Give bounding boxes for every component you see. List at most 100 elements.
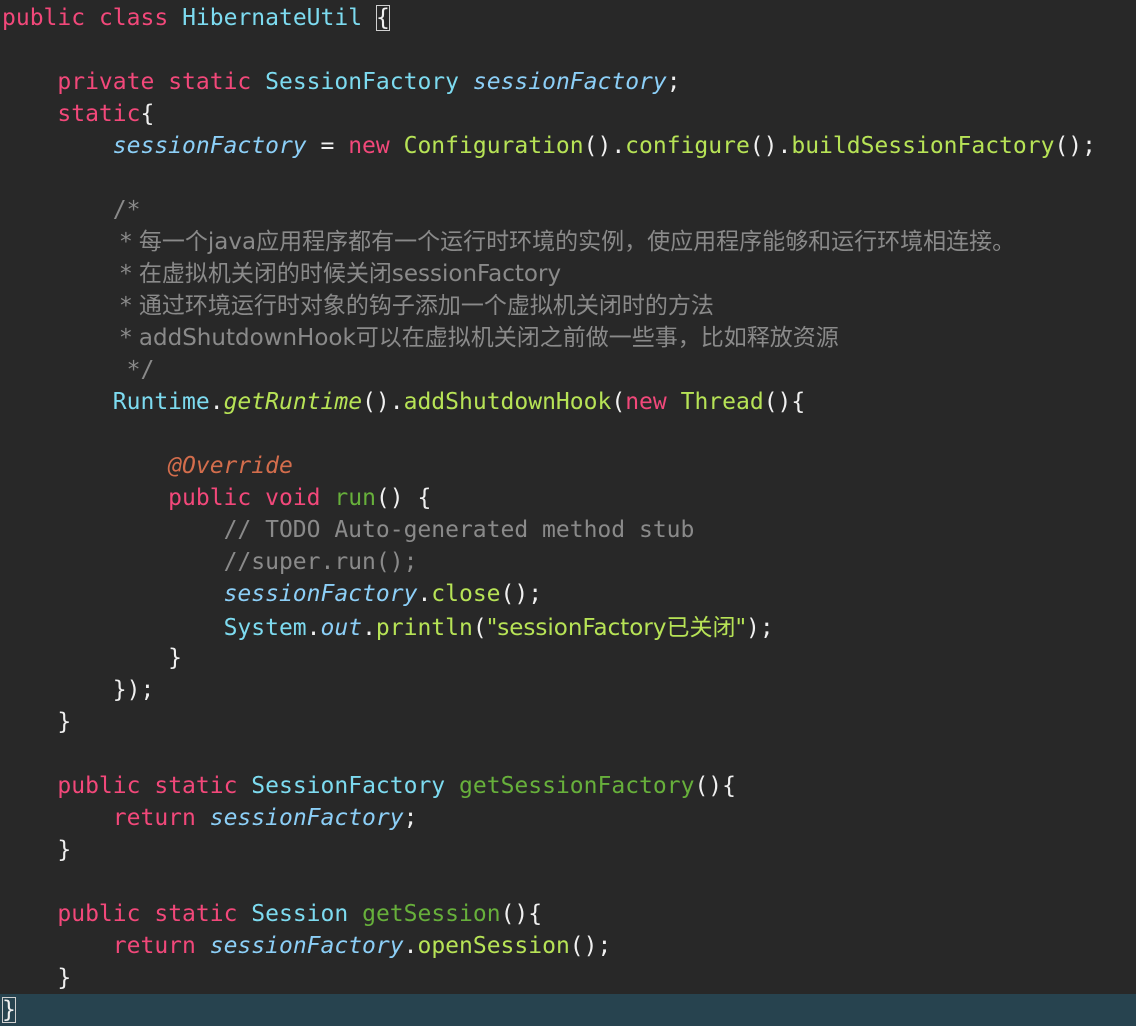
keyword-public: public (57, 773, 141, 799)
code-line-21[interactable]: } (2, 642, 182, 674)
class-thread: Thread (680, 389, 764, 415)
string-literal: "sessionFactory已关闭" (486, 615, 747, 641)
annotation-override: @Override (168, 453, 293, 479)
code-line-20[interactable]: System.out.println("sessionFactory已关闭"); (2, 612, 774, 644)
keyword-return: return (112, 805, 196, 831)
comment-text: * 每一个java应用程序都有一个运行时环境的实例，使应用程序能够和运行环境相连… (112, 229, 1016, 255)
method-println: println (375, 615, 473, 641)
keyword-static: static (154, 901, 238, 927)
keyword-new: new (348, 133, 390, 159)
keyword-static: static (57, 101, 141, 127)
punctuation: (); (1054, 133, 1096, 159)
code-line-25[interactable]: public static SessionFactory getSessionF… (2, 770, 736, 802)
method-close: close (431, 581, 501, 607)
brace: { (140, 101, 155, 127)
punctuation: () { (375, 485, 432, 511)
semicolon: ; (403, 805, 418, 831)
code-line-15[interactable]: @Override (2, 450, 293, 482)
code-line-11[interactable]: * addShutdownHook可以在虚拟机关闭之前做一些事，比如释放资源 (2, 322, 839, 354)
class-configuration: Configuration (403, 133, 584, 159)
punctuation: (){ (500, 901, 543, 927)
field-name: sessionFactory (209, 805, 404, 831)
code-line-23[interactable]: } (2, 706, 71, 738)
comment-close: */ (112, 357, 155, 383)
comment-text: * 通过环境运行时对象的钩子添加一个虚拟机关闭时的方法 (112, 293, 714, 319)
close-brace: } (57, 709, 72, 735)
punctuation: (). (583, 133, 626, 159)
field-name: sessionFactory (112, 133, 307, 159)
keyword-return: return (112, 933, 196, 959)
code-line-30[interactable]: return sessionFactory.openSession(); (2, 930, 612, 962)
close-brace-paren: }); (112, 677, 155, 703)
code-line-26[interactable]: return sessionFactory; (2, 802, 418, 834)
punctuation: (); (569, 933, 612, 959)
code-line-9[interactable]: * 在虚拟机关闭的时候关闭sessionFactory (2, 258, 561, 290)
code-line-8[interactable]: * 每一个java应用程序都有一个运行时环境的实例，使应用程序能够和运行环境相连… (2, 226, 1015, 258)
punctuation: (){ (694, 773, 736, 799)
code-line-5[interactable]: sessionFactory = new Configuration().con… (2, 130, 1096, 162)
method-build-session-factory: buildSessionFactory (791, 133, 1055, 159)
code-line-19[interactable]: sessionFactory.close(); (2, 578, 543, 610)
keyword-static: static (168, 69, 252, 95)
punctuation: (). (362, 389, 404, 415)
type-name: Session (251, 901, 349, 927)
method-add-shutdown-hook: addShutdownHook (403, 389, 612, 415)
code-line-31[interactable]: } (2, 962, 71, 994)
close-brace: } (168, 645, 183, 671)
method-get-session-factory: getSessionFactory (459, 773, 695, 799)
close-brace: } (57, 965, 72, 991)
comment-open: /* (112, 197, 141, 223)
punctuation: ( (472, 615, 487, 641)
keyword-public: public (57, 901, 141, 927)
field-name: sessionFactory (472, 69, 667, 95)
punctuation: ); (746, 615, 774, 641)
keyword-public: public (168, 485, 252, 511)
todo-comment: // TODO Auto-generated method stub (223, 517, 695, 543)
code-line-17[interactable]: // TODO Auto-generated method stub (2, 514, 695, 546)
comment-text: * 在虚拟机关闭的时候关闭sessionFactory (112, 261, 562, 287)
open-brace-matched: { (375, 5, 390, 31)
code-editor[interactable]: public class HibernateUtil { private sta… (0, 0, 1136, 1026)
keyword-static: static (154, 773, 238, 799)
code-line-4[interactable]: static{ (2, 98, 154, 130)
dot: . (417, 581, 432, 607)
comment-text: * addShutdownHook可以在虚拟机关闭之前做一些事，比如释放资源 (112, 325, 839, 351)
keyword-public: public (2, 5, 86, 31)
semicolon: ; (666, 69, 681, 95)
punctuation: (); (500, 581, 543, 607)
code-line-18[interactable]: //super.run(); (2, 546, 418, 578)
type-name: SessionFactory (265, 69, 460, 95)
dot: . (306, 615, 321, 641)
method-open-session: openSession (417, 933, 570, 959)
code-line-3[interactable]: private static SessionFactory sessionFac… (2, 66, 681, 98)
type-name: SessionFactory (251, 773, 446, 799)
code-line-27[interactable]: } (2, 834, 71, 866)
punctuation: (){ (763, 389, 806, 415)
code-line-32[interactable]: } (2, 994, 16, 1026)
class-runtime: Runtime (112, 389, 210, 415)
static-field-out: out (320, 615, 363, 641)
code-line-12[interactable]: */ (2, 354, 155, 386)
punctuation: (). (749, 133, 792, 159)
code-line-29[interactable]: public static Session getSession(){ (2, 898, 542, 930)
code-line-22[interactable]: }); (2, 674, 155, 706)
code-line-1[interactable]: public class HibernateUtil { (2, 2, 390, 34)
keyword-new: new (625, 389, 667, 415)
code-line-16[interactable]: public void run() { (2, 482, 431, 514)
keyword-private: private (57, 69, 155, 95)
code-line-7[interactable]: /* (2, 194, 141, 226)
code-line-13[interactable]: Runtime.getRuntime().addShutdownHook(new… (2, 386, 805, 418)
punctuation: ( (611, 389, 626, 415)
field-name: sessionFactory (223, 581, 418, 607)
dot: . (209, 389, 224, 415)
keyword-void: void (265, 485, 321, 511)
method-run: run (334, 485, 376, 511)
class-name: HibernateUtil (182, 5, 363, 31)
keyword-class: class (98, 5, 169, 31)
close-brace: } (57, 837, 72, 863)
method-get-session: getSession (362, 901, 501, 927)
code-line-10[interactable]: * 通过环境运行时对象的钩子添加一个虚拟机关闭时的方法 (2, 290, 714, 322)
commented-code: //super.run(); (223, 549, 418, 575)
method-configure: configure (625, 133, 750, 159)
dot: . (362, 615, 376, 641)
